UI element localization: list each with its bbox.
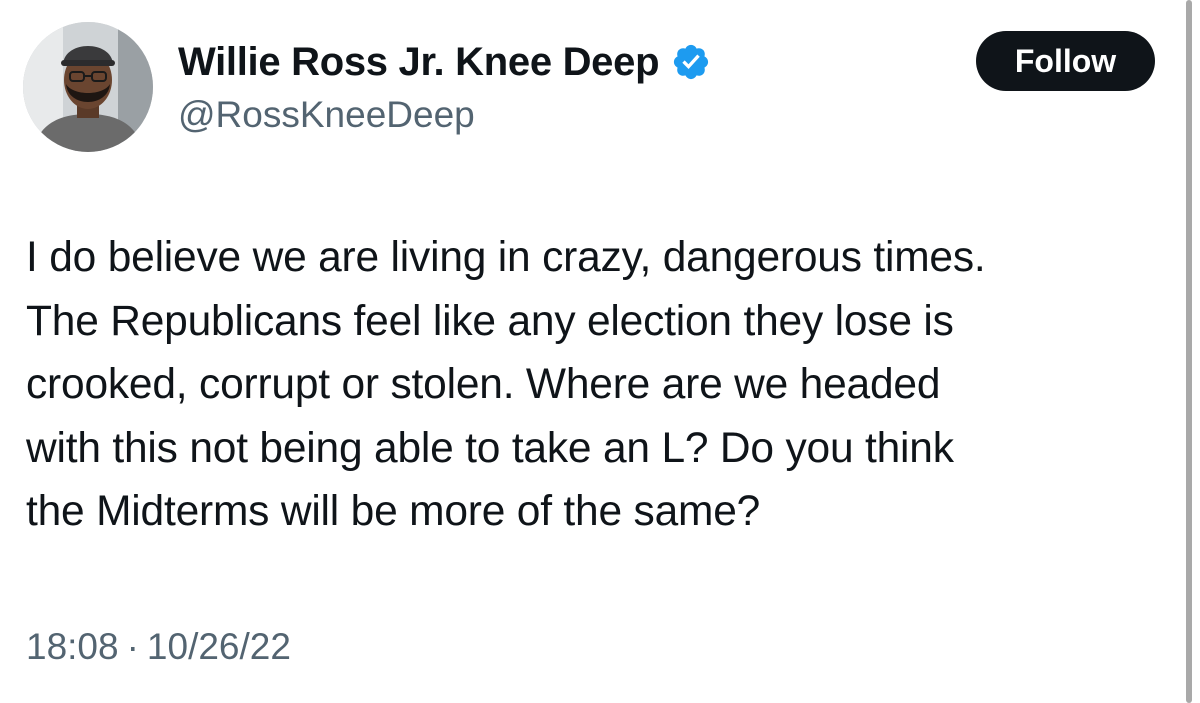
meta-separator: · (126, 626, 139, 667)
tweet-time: 18:08 (26, 626, 119, 667)
avatar[interactable] (23, 22, 153, 152)
tweet-date: 10/26/22 (146, 626, 291, 667)
user-handle[interactable]: @RossKneeDeep (178, 92, 475, 138)
scrollbar[interactable] (1186, 0, 1192, 703)
verified-badge-icon[interactable] (671, 42, 711, 82)
tweet-text: I do believe we are living in crazy, dan… (26, 234, 986, 535)
follow-button[interactable]: Follow (976, 31, 1155, 91)
avatar-image (23, 22, 153, 152)
tweet-card: Willie Ross Jr. Knee Deep @RossKneeDeep … (0, 0, 1200, 703)
display-name[interactable]: Willie Ross Jr. Knee Deep (178, 38, 660, 86)
tweet-timestamp[interactable]: 18:08 · 10/26/22 (26, 624, 291, 670)
display-name-row: Willie Ross Jr. Knee Deep (178, 38, 711, 86)
